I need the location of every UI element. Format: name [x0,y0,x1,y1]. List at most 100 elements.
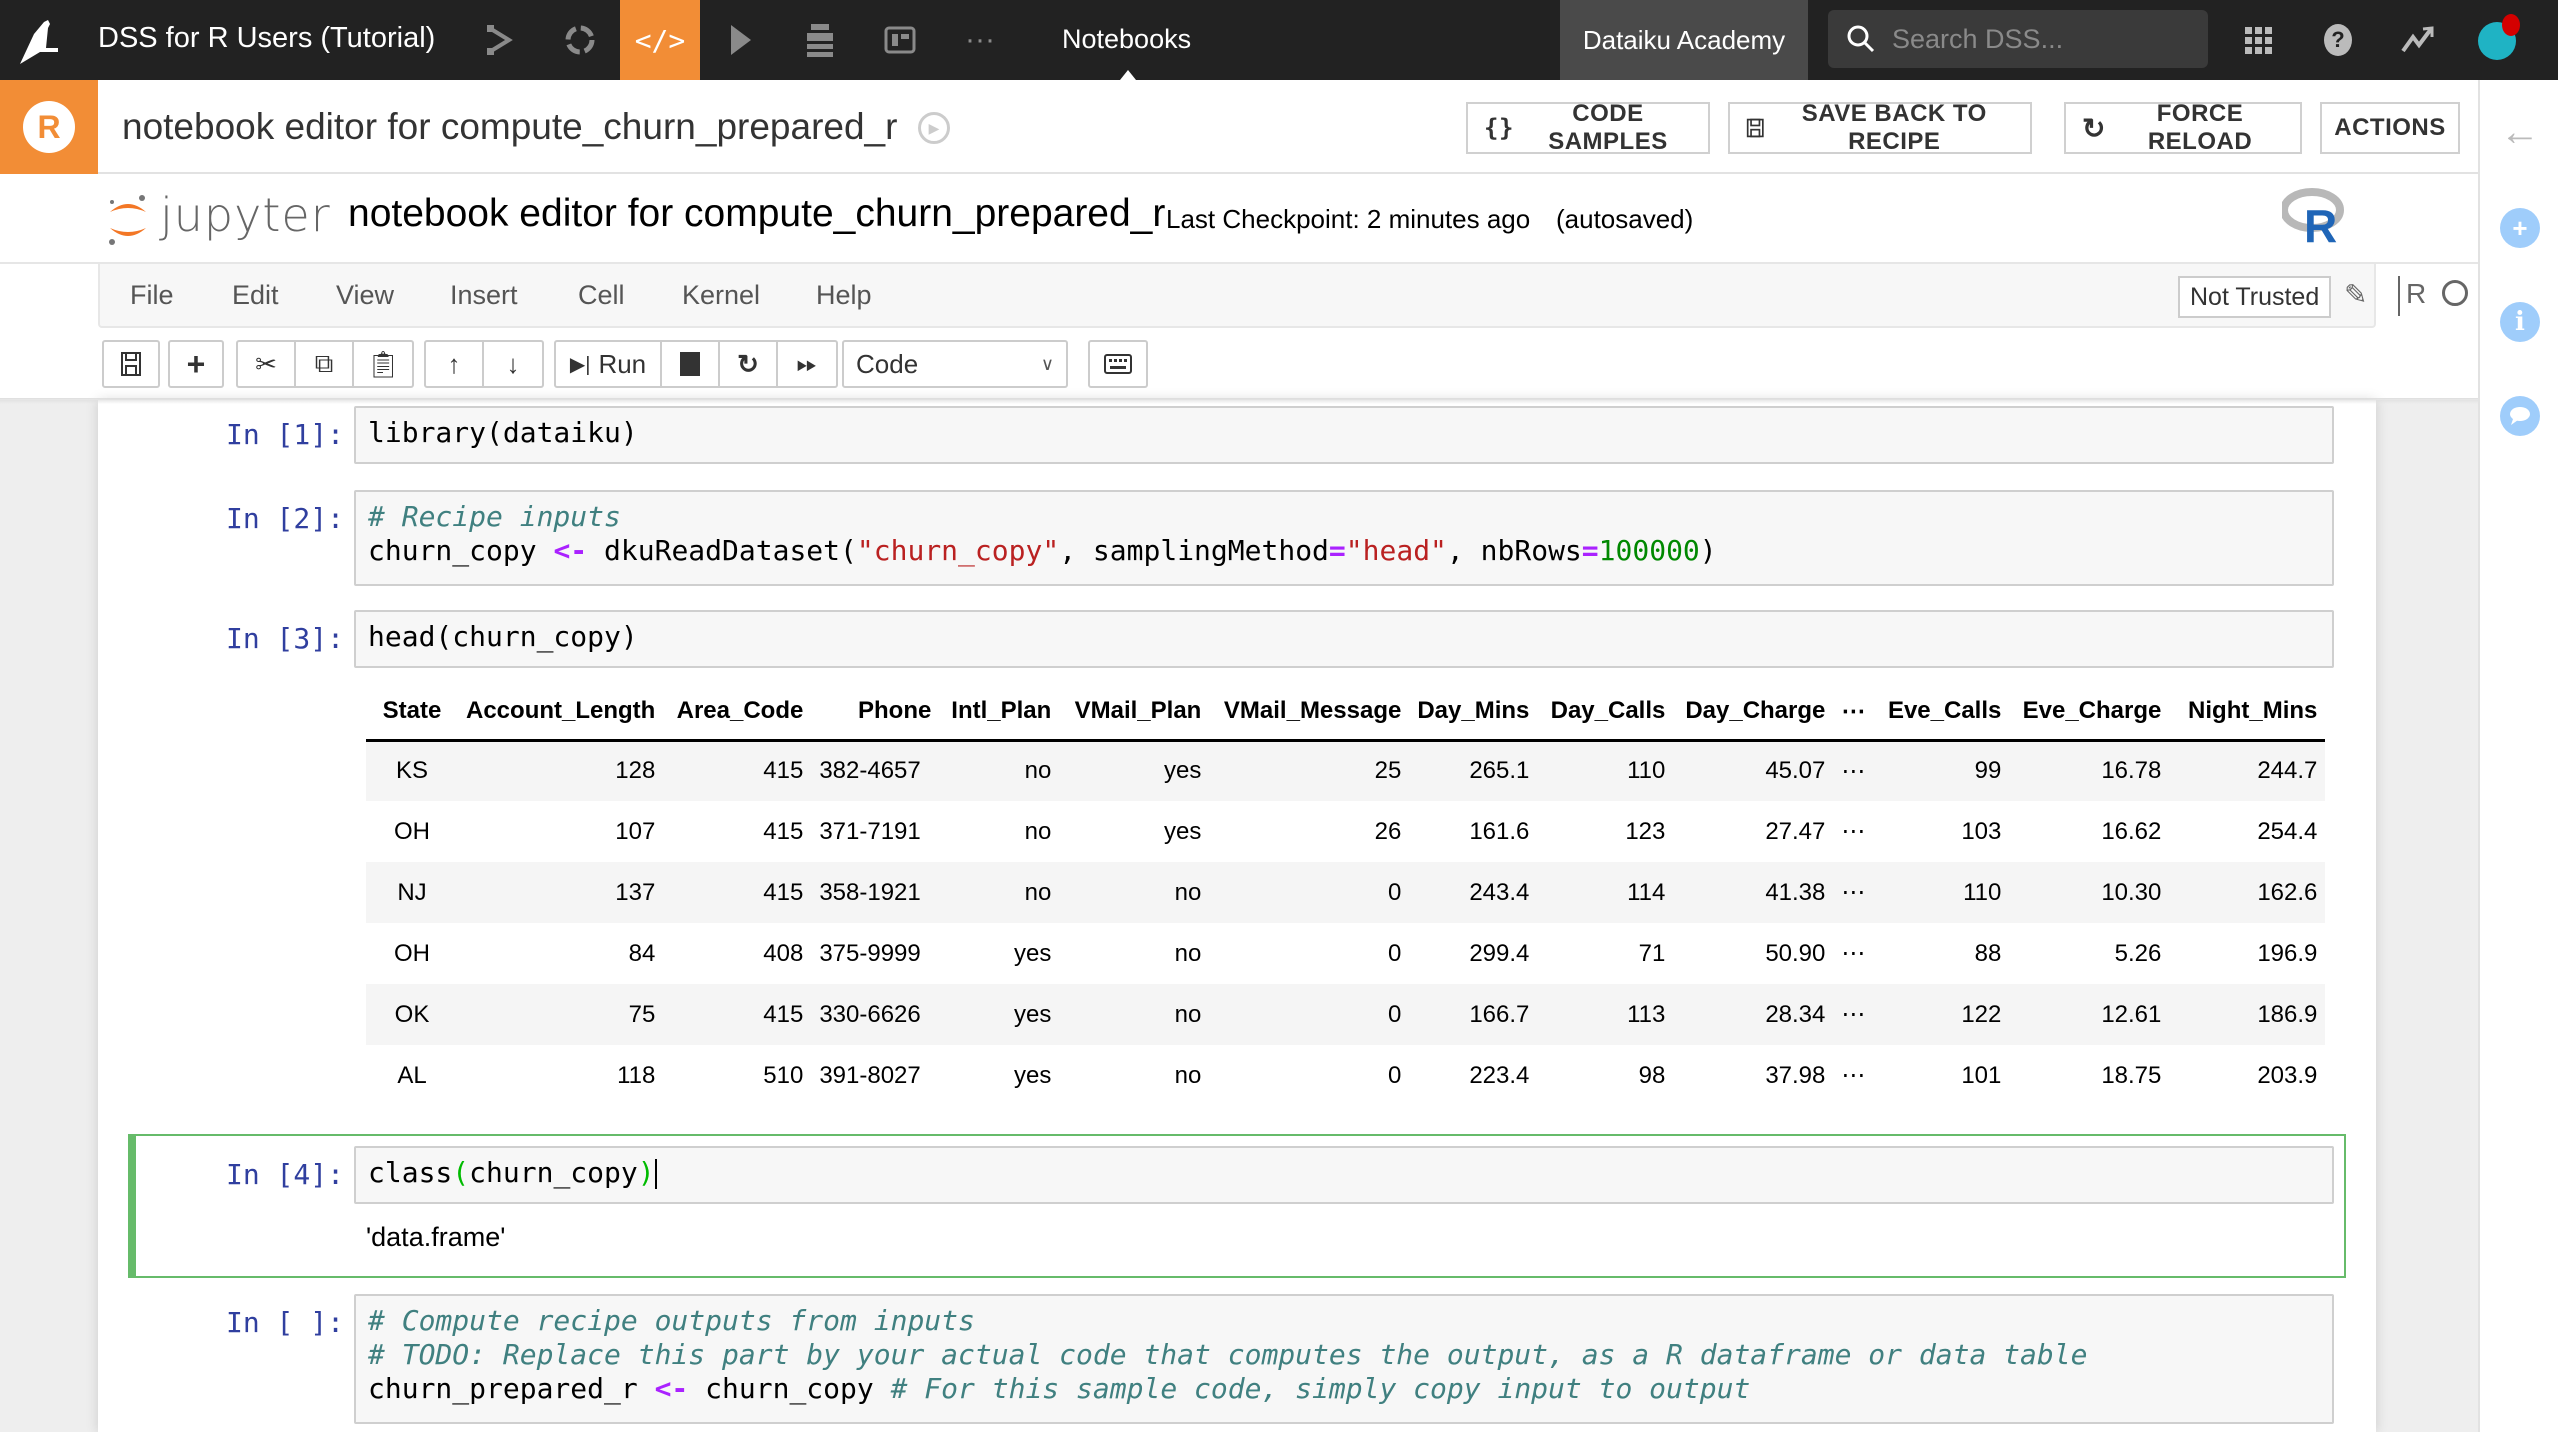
table-cell: no [1024,817,1052,845]
table-cell: 110 [1873,862,2010,923]
flow-icon[interactable] [460,0,540,80]
more-icon[interactable]: ··· [940,0,1020,80]
active-indicator [1120,70,1136,80]
save-back-to-recipe-button[interactable]: SAVE BACK TO RECIPE [1728,100,2032,155]
project-name[interactable]: DSS for R Users (Tutorial) [98,22,435,55]
dataiku-bird-logo[interactable] [14,14,66,66]
command-palette-button[interactable] [1090,342,1146,386]
menu-edit[interactable]: Edit [232,280,279,311]
restart-run-all-button[interactable]: ⏩︎ [778,342,836,386]
menu-cell[interactable]: Cell [578,280,625,311]
table-cell: ⋯ [1833,740,1874,801]
table-row: NJ 137 415 358-1921 no no 0 243.4 114 41.38 ⋯ 110 10… [366,862,2326,923]
table-cell: 84 [628,939,656,967]
apps-grid-icon[interactable] [2218,0,2298,80]
paste-button[interactable]: 📋︎ [354,342,412,386]
table-cell: 28.34 [1673,984,1834,1045]
kernel-name: R [2406,278,2427,309]
recipes-icon[interactable] [540,0,620,80]
table-cell: 415 [663,740,812,801]
move-down-button[interactable]: ↓ [484,342,542,386]
interrupt-button[interactable] [662,342,720,386]
force-reload-button[interactable]: ↻ FORCE RELOAD [2064,100,2302,155]
text-cursor [654,1159,657,1189]
copy-button[interactable]: ⧉ [296,342,354,386]
dataiku-academy-link[interactable]: Dataiku Academy [1560,0,1808,80]
search-input[interactable] [1892,23,2192,55]
search-box[interactable] [1828,10,2208,68]
cell-1-input[interactable]: library(dataiku) [354,406,2334,464]
table-cell: no [1174,939,1202,967]
notebook-status-icon[interactable]: ▶ [918,112,950,144]
menu-view[interactable]: View [336,280,394,311]
back-arrow-icon[interactable]: ← [2500,110,2540,155]
menu-kernel[interactable]: Kernel [682,280,760,311]
table-cell: 10.30 [2009,862,2170,923]
table-cell: NJ [366,862,458,923]
cell-4-input[interactable]: class(churn_copy) [354,1146,2334,1204]
jobs-play-icon[interactable] [700,0,780,80]
notebook-name[interactable]: notebook editor for compute_churn_prepar… [348,192,1165,236]
notification-badge[interactable] [2502,14,2520,36]
run-group: ▶| Run ↻ ⏩︎ [554,340,838,388]
help-icon[interactable]: ? [2298,0,2378,80]
table-cell: 408 [763,939,804,967]
table-cell: 299.4 [1469,939,1530,967]
column-header: Eve_Charge [2009,684,2170,742]
jupyter-brand[interactable]: jupyter [160,188,331,242]
cell-type-select[interactable]: Code ∨ [842,340,1068,388]
column-header: Eve_Calls [1873,684,2010,742]
table-row: KS 128 415 382-4657 no yes 25 265.1 110 45.07 ⋯ 99 1… [366,740,2326,801]
table-cell: 16.78 [2009,740,2170,801]
table-cell: 98 [1638,1061,1666,1089]
code-icon[interactable]: </> [620,0,700,80]
menu-file[interactable]: File [130,280,174,311]
stop-icon [680,352,700,376]
table-cell: ⋯ [1833,984,1874,1045]
info-icon[interactable]: i [2500,302,2540,342]
menu-help[interactable]: Help [816,280,872,311]
table-cell: ⋯ [1841,940,1866,967]
run-button[interactable]: ▶| Run [556,342,662,386]
jupyter-logo-icon[interactable] [104,192,152,248]
move-up-button[interactable]: ↑ [426,342,484,386]
table-cell: KS [366,740,458,801]
table-cell: yes [1013,939,1052,967]
table-cell: yes [939,984,1060,1045]
menu-insert[interactable]: Insert [450,280,518,311]
cell-2-input[interactable]: # Recipe inputs churn_copy <- dkuReadDat… [354,490,2334,586]
datasets-icon[interactable] [780,0,860,80]
table-cell: OH [394,939,430,967]
save-notebook-button[interactable] [104,342,158,386]
add-circle-icon[interactable]: + [2500,208,2540,248]
table-cell: 123 [1625,817,1666,845]
table-cell: 37.98 [1765,1061,1826,1089]
cut-button[interactable]: ✂ [238,342,296,386]
column-header: Phone [811,684,940,742]
table-cell: 0 [1209,984,1410,1045]
column-header: Account_Length [458,684,664,742]
keyboard-icon [1104,354,1132,374]
dashboard-icon[interactable] [860,0,940,80]
restart-kernel-button[interactable]: ↻ [720,342,778,386]
not-trusted-button[interactable]: Not Trusted [2178,276,2332,318]
copy-icon: ⧉ [314,348,334,378]
code-samples-button[interactable]: {} CODE SAMPLES [1466,100,1710,155]
edit-pencil-icon[interactable]: ✎ [2344,278,2367,311]
activity-trend-icon[interactable] [2378,0,2458,80]
actions-button[interactable]: ACTIONS [2320,102,2460,154]
table-row: OH 84 408 375-9999 yes no 0 299.4 71 50.90 ⋯ 88 5.26… [366,923,2325,984]
plus-icon: + [186,345,206,382]
column-header: Day_Calls [1537,684,1674,742]
autosave-status: (autosaved) [1556,204,1694,234]
cell-5-input[interactable]: # Compute recipe outputs from inputs # T… [354,1294,2334,1424]
scissors-icon: ✂ [255,348,277,379]
table-cell: no [939,740,1060,801]
cell-3-input[interactable]: head(churn_copy) [354,610,2334,668]
save-icon [121,352,141,376]
table-cell: 244.7 [2169,740,2326,801]
discussion-icon[interactable] [2500,396,2540,436]
insert-cell-button[interactable]: + [170,342,222,386]
table-cell: ⋯ [1841,818,1866,845]
current-section[interactable]: Notebooks [1062,24,1191,55]
